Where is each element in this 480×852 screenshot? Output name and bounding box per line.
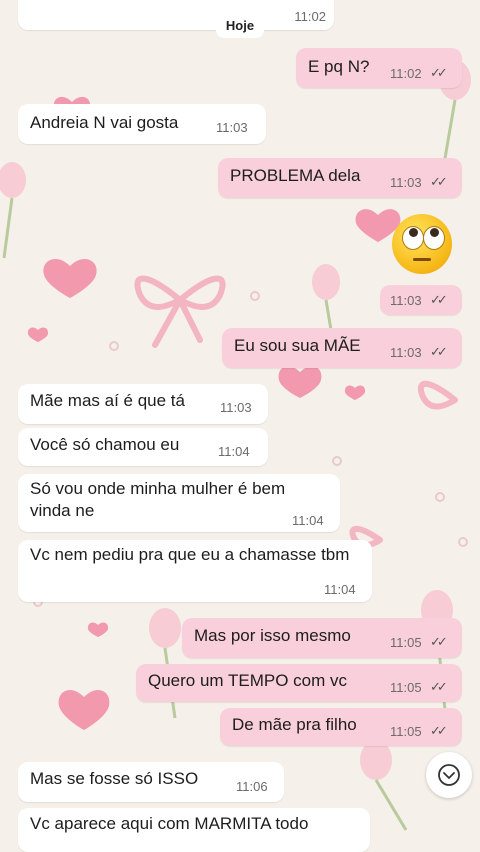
message-bubble-incoming[interactable]: Andreia N vai gosta 11:03 <box>18 104 266 144</box>
message-bubble-incoming[interactable]: Mãe mas aí é que tá 11:03 <box>18 384 268 424</box>
read-ticks-icon: ✓✓ <box>430 344 448 359</box>
read-ticks-icon: ✓✓ <box>430 65 448 80</box>
message-time: 11:04 <box>324 582 356 597</box>
message-bubble-incoming[interactable]: Só vou onde minha mulher é bem vinda ne … <box>18 474 340 532</box>
message-text: Mas por isso mesmo <box>194 626 351 645</box>
message-time: 11:03 <box>390 293 422 308</box>
read-ticks-icon: ✓✓ <box>430 679 448 694</box>
message-bubble-outgoing[interactable]: De mãe pra filho 11:05 ✓✓ <box>220 708 462 746</box>
message-text: E pq N? <box>308 57 370 76</box>
message-text: Vc nem pediu pra que eu a chamasse tbm <box>30 545 350 564</box>
message-time: 11:03 <box>390 345 422 360</box>
message-time: 11:06 <box>236 779 268 794</box>
message-bubble-outgoing[interactable]: E pq N? 11:02 ✓✓ <box>296 48 462 88</box>
message-text: Quero um TEMPO com vc <box>148 671 348 690</box>
message-bubble-incoming[interactable]: Vc nem pediu pra que eu a chamasse tbm 1… <box>18 540 372 602</box>
message-time: 11:05 <box>390 635 422 650</box>
message-time: 11:02 <box>390 66 422 81</box>
message-text: Só vou onde minha mulher é bem vinda ne <box>30 479 286 520</box>
message-bubble-outgoing[interactable]: 11:03 ✓✓ <box>380 285 462 315</box>
message-text: Andreia N vai gosta <box>30 113 179 132</box>
message-bubble-outgoing[interactable]: Eu sou sua MÃE 11:03 ✓✓ <box>222 328 462 368</box>
eye-roll-emoji <box>392 214 452 274</box>
read-ticks-icon: ✓✓ <box>430 723 448 738</box>
date-chip: Hoje <box>216 14 264 38</box>
message-text: Você só chamou eu <box>30 435 180 454</box>
message-time: 11:03 <box>390 175 422 190</box>
message-bubble-incoming[interactable]: Você só chamou eu 11:04 <box>18 428 268 466</box>
message-text: Vc aparece aqui com MARMITA todo <box>30 814 309 833</box>
message-bubble-outgoing[interactable]: Quero um TEMPO com vc 11:05 ✓✓ <box>136 664 462 702</box>
message-text: Mas se fosse só ISSO <box>30 769 199 788</box>
message-time: 11:04 <box>218 444 250 459</box>
read-ticks-icon: ✓✓ <box>430 292 448 307</box>
message-bubble-incoming[interactable]: Vc aparece aqui com MARMITA todo <box>18 808 370 852</box>
message-time: 11:05 <box>390 724 422 739</box>
message-bubble-incoming[interactable]: 11:02 <box>18 0 334 30</box>
read-ticks-icon: ✓✓ <box>430 634 448 649</box>
message-bubble-incoming[interactable]: Mas se fosse só ISSO 11:06 <box>18 762 284 802</box>
message-text: De mãe pra filho <box>232 715 357 734</box>
message-text: Eu sou sua MÃE <box>234 336 361 355</box>
message-time: 11:04 <box>292 513 324 528</box>
chevron-down-icon <box>438 764 460 786</box>
message-time: 11:03 <box>220 400 252 415</box>
message-text: Mãe mas aí é que tá <box>30 391 185 410</box>
message-time: 11:03 <box>216 120 248 135</box>
message-time: 11:02 <box>294 9 326 24</box>
message-bubble-outgoing[interactable]: Mas por isso mesmo 11:05 ✓✓ <box>182 618 462 658</box>
message-text: PROBLEMA dela <box>230 166 361 185</box>
chat-area[interactable]: 11:02 Hoje E pq N? 11:02 ✓✓ Andreia N va… <box>0 0 480 852</box>
scroll-to-bottom-button[interactable] <box>426 752 472 798</box>
message-bubble-outgoing[interactable]: PROBLEMA dela 11:03 ✓✓ <box>218 158 462 198</box>
read-ticks-icon: ✓✓ <box>430 174 448 189</box>
message-time: 11:05 <box>390 680 422 695</box>
